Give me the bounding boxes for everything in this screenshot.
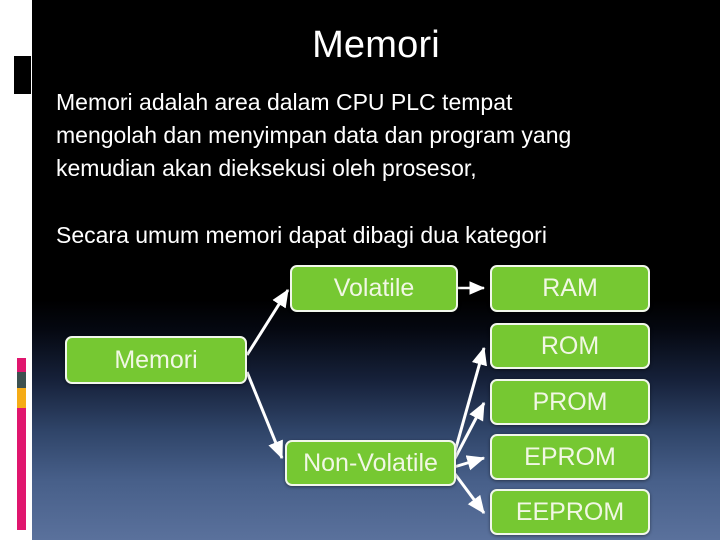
link-memori-to-volatile [245,288,290,356]
diagram-node-memori-label: Memori [114,345,198,374]
diagram-node-ram-label: RAM [542,274,598,302]
margin-accent-bar-pink-long [17,408,26,530]
diagram-node-ram[interactable]: RAM [490,265,650,312]
diagram-node-volatile-label: Volatile [333,274,415,302]
margin-black-tab-decoration [14,56,31,94]
margin-accent-bar-pink-top [17,358,26,372]
diagram-node-non-volatile-label: Non-Volatile [303,448,438,477]
slide-canvas: Memori Memori adalah area dalam CPU PLC … [0,0,720,540]
link-memori-to-nonvolatile [245,371,284,460]
diagram-node-rom-label: ROM [540,331,600,360]
link-nonvolatile-to-eeprom [450,469,486,514]
slide-left-margin [0,0,32,540]
diagram-node-prom[interactable]: PROM [490,379,650,425]
diagram-node-prom-label: PROM [532,387,608,416]
link-nonvolatile-to-prom [450,401,486,465]
slide-content-area: Memori Memori adalah area dalam CPU PLC … [32,0,720,540]
diagram-node-rom[interactable]: ROM [490,323,650,369]
diagram-node-eeprom-label: EEPROM [515,497,625,526]
margin-accent-bar-orange [17,388,26,408]
diagram-node-non-volatile[interactable]: Non-Volatile [285,440,456,486]
diagram-node-eprom-label: EPROM [524,442,616,471]
memory-taxonomy-diagram: Memori Volatile Non-Volatile RAM ROM PRO… [32,0,720,540]
margin-accent-bar-teal [17,372,26,388]
link-nonvolatile-to-rom [450,346,487,463]
diagram-node-eeprom[interactable]: EEPROM [490,489,650,535]
diagram-node-volatile[interactable]: Volatile [290,265,458,312]
diagram-node-memori[interactable]: Memori [65,336,247,384]
link-nonvolatile-to-eprom [453,455,486,471]
diagram-node-eprom[interactable]: EPROM [490,434,650,480]
